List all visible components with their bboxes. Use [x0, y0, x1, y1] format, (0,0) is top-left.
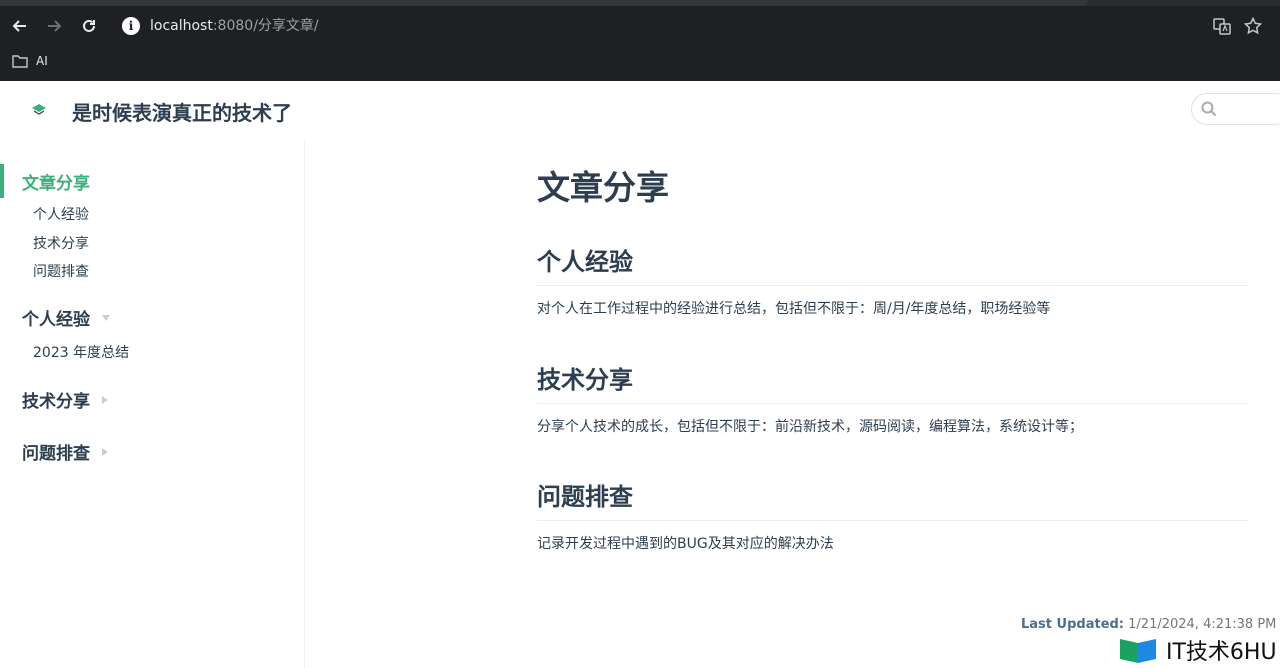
search-box[interactable] [1191, 93, 1280, 125]
chevron-right-icon [102, 447, 108, 456]
site-info-icon[interactable]: i [122, 17, 140, 35]
sidebar-item-tech[interactable]: 技术分享 [33, 233, 89, 253]
folder-icon [12, 55, 28, 68]
section-text-troubleshoot: 记录开发过程中遇到的BUG及其对应的解决办法 [537, 536, 834, 552]
address-bar[interactable]: i localhost:8080/分享文章/ [112, 10, 1272, 42]
site-logo-icon[interactable] [30, 100, 48, 118]
sidebar-group-experience[interactable]: 个人经验 [22, 305, 110, 330]
section-heading-tech: 技术分享 [537, 360, 1249, 404]
sidebar-item-experience[interactable]: 个人经验 [33, 204, 89, 224]
sidebar-item-2023-summary[interactable]: 2023 年度总结 [33, 342, 129, 362]
site-title[interactable]: 是时候表演真正的技术了 [72, 97, 292, 126]
section-text-experience: 对个人在工作过程中的经验进行总结，包括但不限于：周/月/年度总结，职场经验等 [537, 301, 1051, 317]
bookmarks-bar: AI [0, 46, 1280, 81]
browser-toolbar: i localhost:8080/分享文章/ [0, 6, 1280, 46]
browser-chrome: i localhost:8080/分享文章/ AI [0, 0, 1280, 81]
reload-icon[interactable] [79, 16, 99, 36]
last-updated: Last Updated: 1/21/2024, 4:21:38 PM [1021, 617, 1277, 632]
sidebar: 文章分享 个人经验 技术分享 问题排查 个人经验 2023 年度总结 技术分享 … [0, 139, 305, 668]
bookmark-folder-ai[interactable]: AI [12, 54, 48, 68]
sidebar-group-troubleshoot[interactable]: 问题排查 [22, 439, 108, 464]
site-header: 是时候表演真正的技术了 [0, 81, 1280, 139]
translate-icon[interactable] [1212, 16, 1232, 36]
sidebar-group-articles[interactable]: 文章分享 [22, 169, 90, 194]
chevron-right-icon [102, 395, 108, 404]
page-title: 文章分享 [537, 168, 669, 207]
active-indicator [0, 164, 4, 198]
watermark-logo-icon [1120, 639, 1156, 663]
bookmark-star-icon[interactable] [1243, 16, 1263, 36]
sidebar-group-tech[interactable]: 技术分享 [22, 387, 108, 412]
section-text-tech: 分享个人技术的成长，包括但不限于：前沿新技术，源码阅读，编程算法，系统设计等； [537, 419, 1083, 435]
search-icon [1201, 101, 1217, 117]
section-heading-experience: 个人经验 [537, 242, 1249, 286]
sidebar-item-troubleshoot[interactable]: 问题排查 [33, 261, 89, 281]
forward-icon[interactable] [44, 16, 64, 36]
watermark: IT技术6HU [1118, 632, 1280, 668]
url-text[interactable]: localhost:8080/分享文章/ [150, 17, 319, 35]
chevron-down-icon [102, 314, 110, 321]
back-icon[interactable] [10, 16, 30, 36]
section-heading-troubleshoot: 问题排查 [537, 477, 1249, 521]
search-input[interactable] [1224, 99, 1280, 119]
